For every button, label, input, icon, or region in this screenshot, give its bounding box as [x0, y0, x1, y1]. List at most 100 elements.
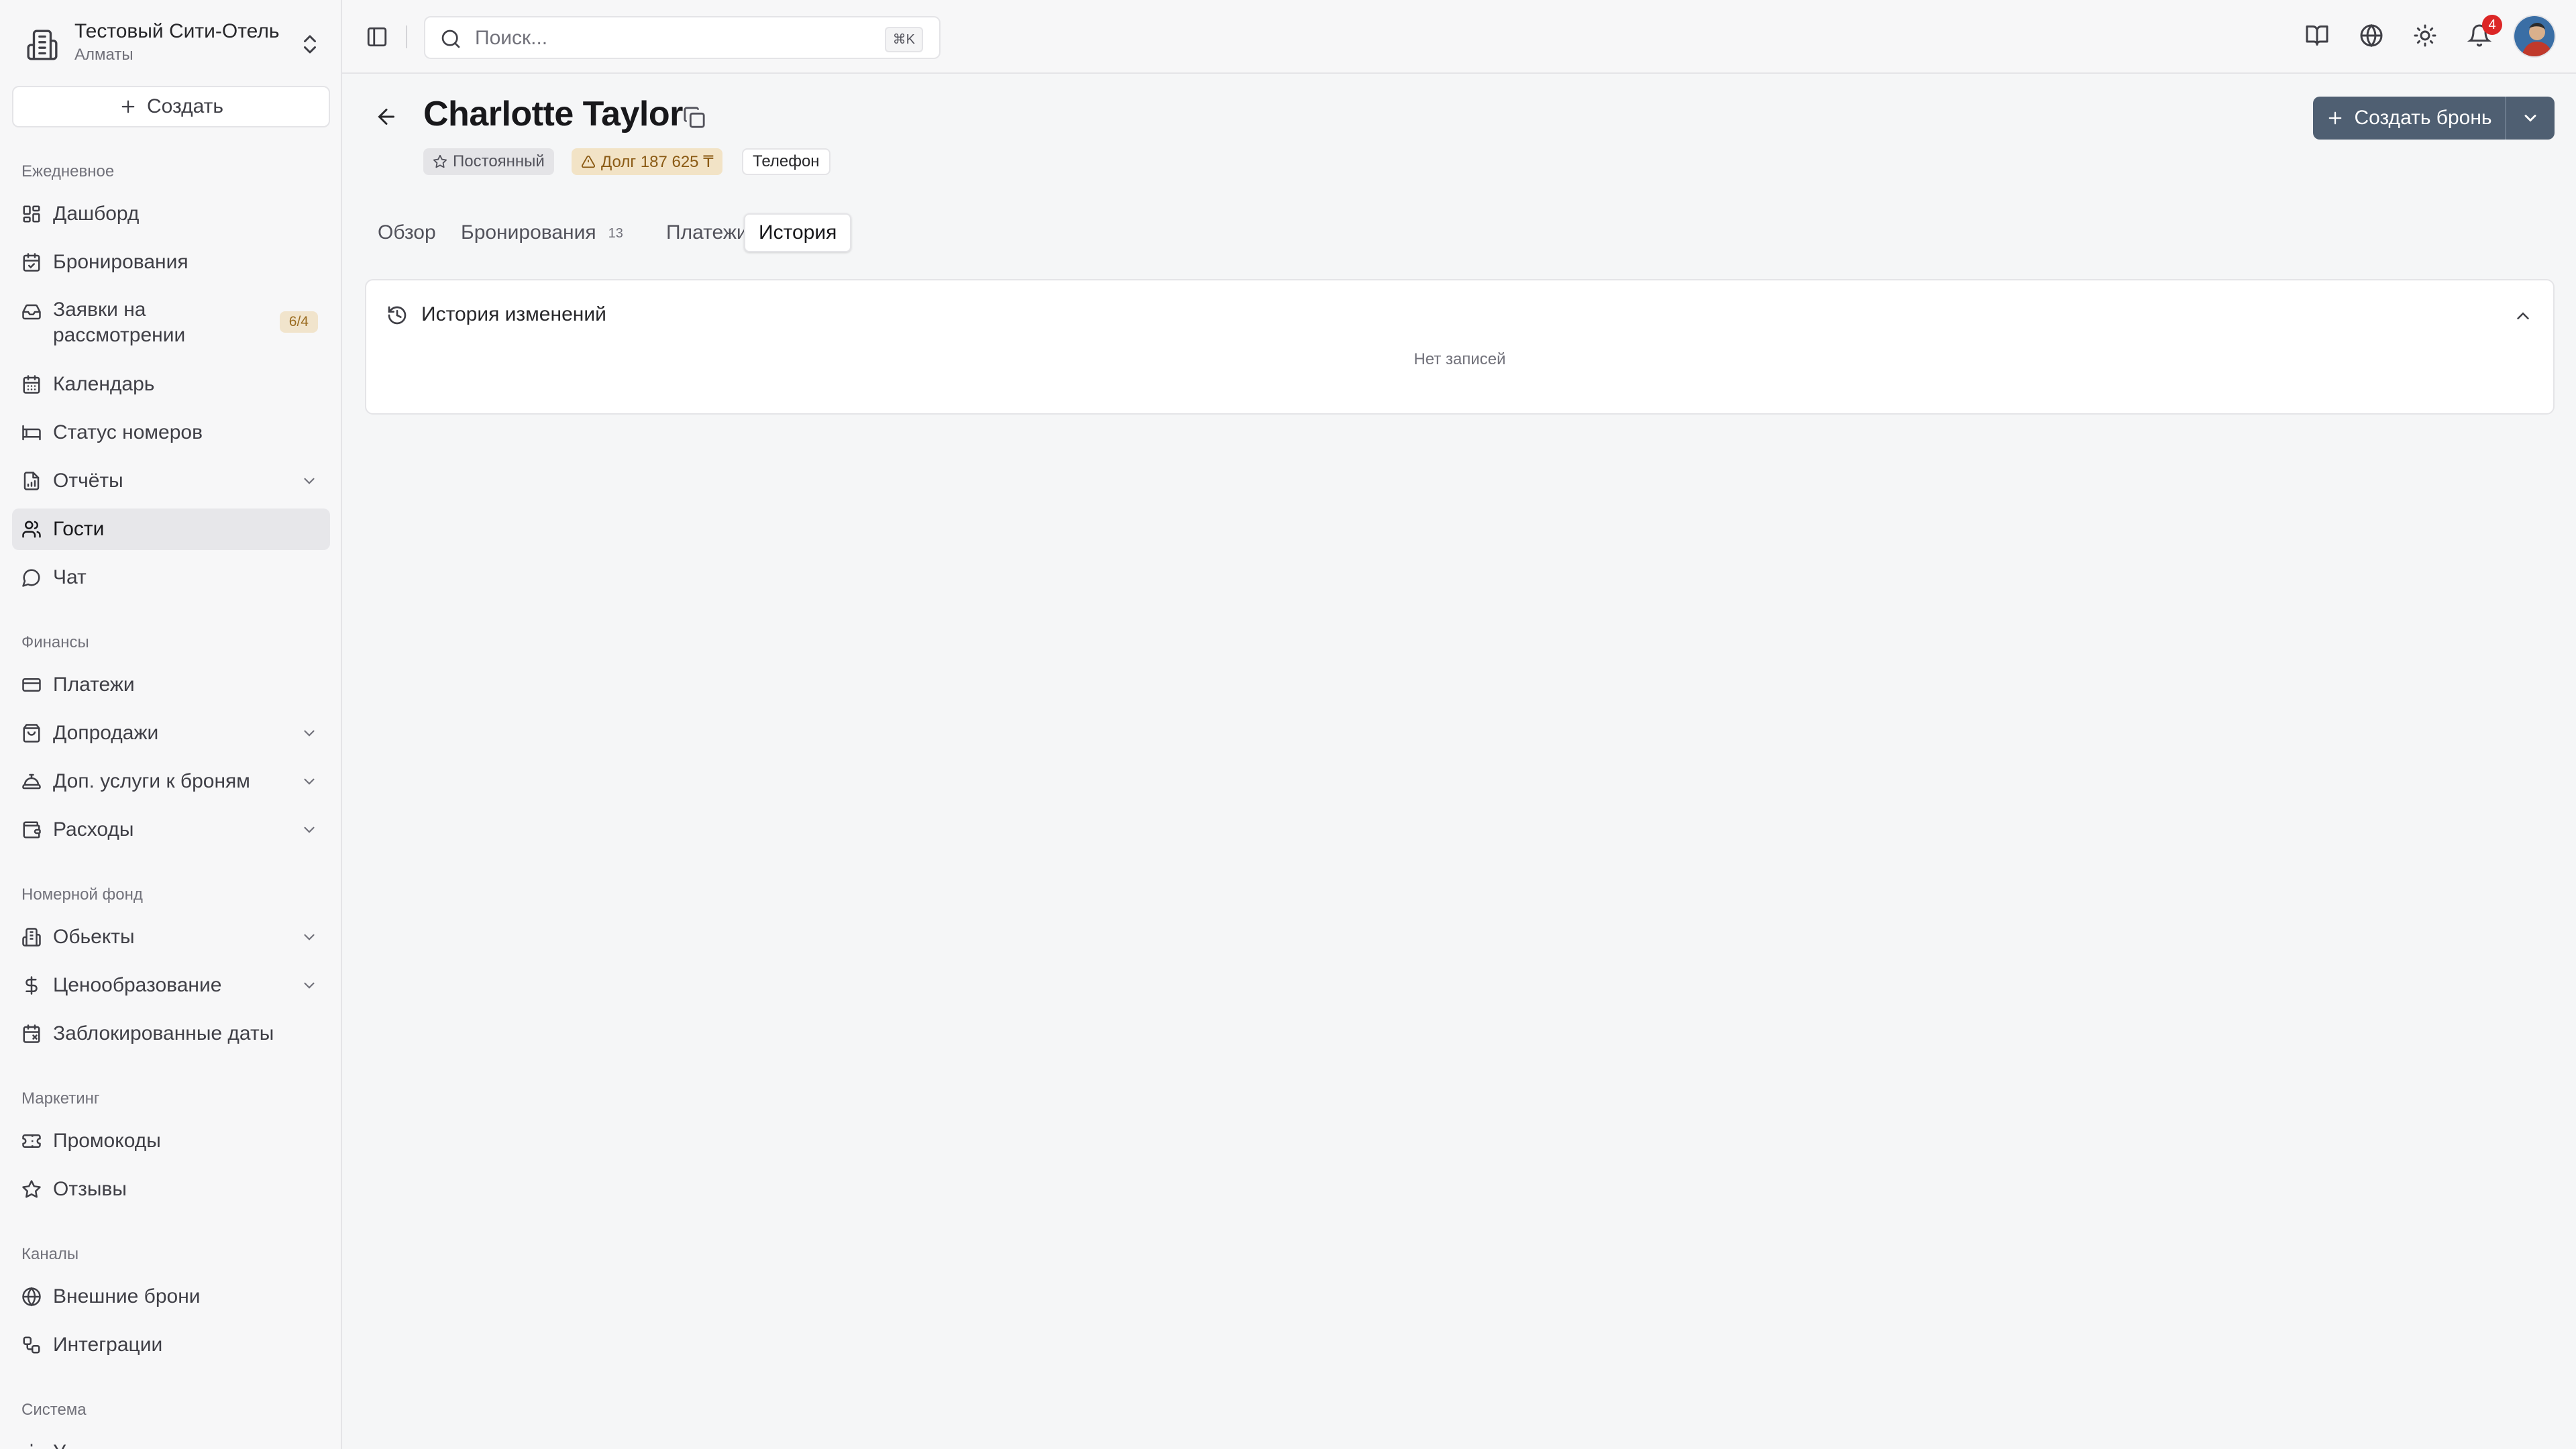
hotel-switcher[interactable]: Тестовый Сити-Отель Алматы [0, 0, 341, 80]
divider [406, 25, 407, 48]
requests-badge: 6/4 [279, 311, 318, 333]
tab-label: Бронирования [461, 221, 596, 244]
section-system: Система [21, 1401, 87, 1419]
sidebar-item-extra-services[interactable]: Доп. услуги к броням [12, 761, 330, 802]
sidebar-item-label: Статус номеров [53, 421, 203, 443]
arrow-left-icon[interactable] [374, 105, 398, 129]
sidebar-item-calendar[interactable]: Календарь [12, 364, 330, 405]
calendar-check-icon [21, 252, 42, 272]
chevron-down-icon [301, 977, 318, 994]
message-circle-icon [21, 568, 42, 588]
bookings-count: 13 [608, 226, 623, 241]
chevrons-up-down-icon [304, 35, 316, 54]
sidebar-item-promo[interactable]: Промокоды [12, 1120, 330, 1162]
status-badge-label: Постоянный [453, 152, 545, 170]
section-marketing: Маркетинг [21, 1089, 100, 1108]
chevron-up-icon[interactable] [2513, 306, 2533, 326]
search-icon [441, 30, 460, 48]
create-booking-dropdown[interactable] [2505, 97, 2555, 140]
section-channels: Каналы [21, 1245, 79, 1263]
hotel-name: Тестовый Сити-Отель [74, 20, 280, 42]
sidebar-item-guests[interactable]: Гости [12, 508, 330, 550]
guest-name: Charlotte Taylor [423, 95, 683, 133]
sidebar-item-bookings[interactable]: Бронирования [12, 241, 330, 283]
sidebar-item-integrations[interactable]: Интеграции [12, 1324, 330, 1366]
plus-icon [121, 100, 135, 113]
chevron-down-icon [2524, 115, 2536, 122]
sidebar-item-label: Заблокированные даты [53, 1022, 274, 1044]
sidebar-item-label: Обьекты [53, 926, 135, 948]
avatar[interactable] [2513, 15, 2556, 58]
calendar-x-icon [21, 1024, 42, 1044]
section-daily: Ежедневное [21, 162, 115, 180]
globe-icon [21, 1287, 42, 1307]
create-button[interactable]: Создать [12, 86, 330, 127]
debt-badge-label: Долг 187 625 ₸ [601, 152, 714, 171]
sidebar-item-properties[interactable]: Обьекты [12, 916, 330, 958]
users-icon [21, 519, 42, 539]
sidebar-item-system[interactable]: У [12, 1432, 330, 1449]
sidebar-item-label: Чат [53, 566, 87, 588]
sidebar-item-expenses[interactable]: Расходы [12, 809, 330, 851]
copy-icon[interactable] [683, 106, 706, 129]
history-icon [388, 306, 407, 325]
create-booking-button[interactable]: Создать бронь [2313, 97, 2505, 140]
sidebar-item-label: Интеграции [53, 1334, 163, 1356]
history-card-title: История изменений [421, 303, 606, 325]
inbox-icon [21, 302, 42, 322]
sun-icon[interactable] [2413, 23, 2437, 48]
dollar-sign-icon [21, 975, 42, 996]
file-chart-icon [21, 471, 42, 491]
history-card: История изменений Нет записей [365, 279, 2555, 415]
sidebar-item-external-bookings[interactable]: Внешние брони [12, 1276, 330, 1318]
book-open-icon[interactable] [2305, 23, 2329, 48]
star-icon [433, 154, 447, 168]
notification-badge: 4 [2482, 15, 2502, 35]
sidebar-item-label: Заявки на рассмотрении [53, 299, 186, 346]
sidebar-item-room-status[interactable]: Статус номеров [12, 412, 330, 453]
sidebar-item-label: Отзывы [53, 1178, 127, 1200]
sidebar-item-reviews[interactable]: Отзывы [12, 1169, 330, 1210]
chevron-down-icon [301, 472, 318, 490]
sidebar-toggle-icon[interactable] [366, 25, 388, 48]
tab-history[interactable]: История [744, 213, 852, 252]
search-input[interactable]: Поиск... ⌘K [424, 16, 941, 59]
sidebar-item-dashboard[interactable]: Дашборд [12, 193, 330, 235]
sidebar-item-reports[interactable]: Отчёты [12, 460, 330, 502]
sidebar-item-label: Гости [53, 518, 105, 540]
tab-label: История [759, 221, 837, 244]
sidebar-item-payments[interactable]: Платежи [12, 664, 330, 706]
sidebar-item-chat[interactable]: Чат [12, 557, 330, 598]
section-rooms: Номерной фонд [21, 885, 143, 904]
tab-bookings[interactable]: Бронирования 13 [447, 213, 637, 252]
credit-card-icon [21, 675, 42, 695]
sidebar-item-label: Дашборд [53, 203, 140, 225]
sidebar-item-requests[interactable]: Заявки на рассмотрении 6/4 [12, 292, 330, 357]
building-icon [27, 30, 58, 60]
sidebar-item-label: Допродажи [53, 722, 159, 744]
debt-badge: Долг 187 625 ₸ [572, 148, 723, 175]
sidebar-item-label: Промокоды [53, 1130, 161, 1152]
sidebar-item-blocked-dates[interactable]: Заблокированные даты [12, 1013, 330, 1055]
star-icon [21, 1179, 42, 1199]
create-booking-label: Создать бронь [2354, 107, 2492, 129]
tab-overview[interactable]: Обзор [364, 213, 449, 252]
chevron-down-icon [301, 821, 318, 839]
chevron-down-icon [301, 928, 318, 946]
search-placeholder: Поиск... [475, 27, 548, 49]
sidebar-item-label: У [53, 1440, 66, 1449]
topbar: Поиск... ⌘K [342, 0, 2576, 74]
tab-label: Платежи [666, 221, 748, 244]
layout-dashboard-icon [21, 204, 42, 224]
sidebar: Тестовый Сити-Отель Алматы Создать Ежедн… [0, 0, 342, 1449]
sidebar-item-upsells[interactable]: Допродажи [12, 712, 330, 754]
sidebar-item-pricing[interactable]: Ценообразование [12, 965, 330, 1006]
section-finance: Финансы [21, 633, 89, 651]
source-badge: Телефон [742, 148, 830, 175]
bed-icon [21, 423, 42, 443]
calendar-icon [21, 374, 42, 394]
ticket-icon [21, 1131, 42, 1151]
globe-icon[interactable] [2359, 23, 2383, 48]
concierge-bell-icon [21, 771, 42, 792]
plus-icon [2329, 111, 2342, 125]
